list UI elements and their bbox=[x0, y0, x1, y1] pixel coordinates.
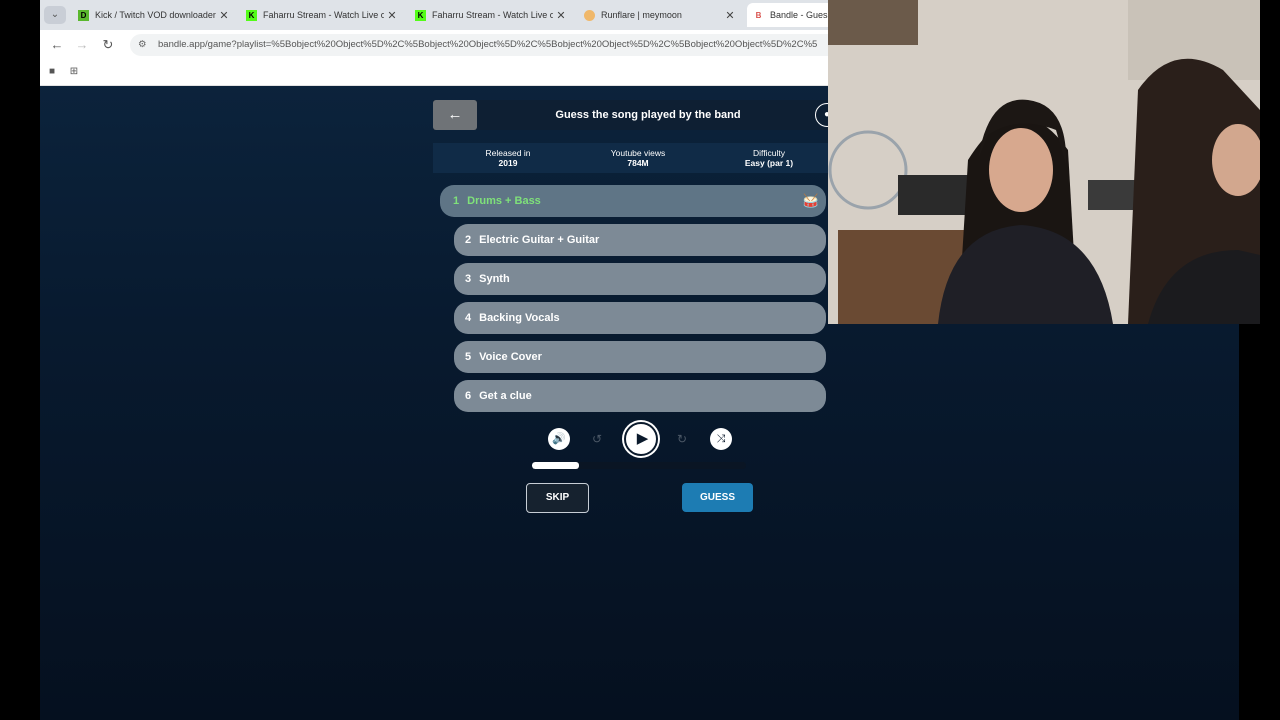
drum-kit-icon: 🥁 bbox=[802, 193, 820, 208]
clue-row-drums-bass[interactable]: 1 Drums + Bass 🥁 bbox=[440, 185, 826, 217]
song-stats: Released in 2019 Youtube views 784M Diff… bbox=[433, 143, 843, 173]
clue-row-guitar[interactable]: 2 Electric Guitar + Guitar bbox=[454, 224, 826, 256]
tab-runflare[interactable]: Runflare | meymoon ✕ bbox=[578, 3, 738, 27]
tab-close-icon[interactable]: ✕ bbox=[722, 9, 738, 22]
clue-label: Get a clue bbox=[479, 390, 532, 402]
clue-row-get-a-clue[interactable]: 6 Get a clue bbox=[454, 380, 826, 412]
back-arrow-icon[interactable]: ← bbox=[48, 36, 66, 54]
clue-label: Synth bbox=[479, 273, 510, 285]
clue-label: Backing Vocals bbox=[479, 312, 560, 324]
apps-grid-icon[interactable]: ⊞ bbox=[68, 66, 80, 78]
tab-faharru-2[interactable]: K Faharru Stream - Watch Live on ✕ bbox=[409, 3, 569, 27]
clue-row-backing-vocals[interactable]: 4 Backing Vocals bbox=[454, 302, 826, 334]
skip-button[interactable]: SKIP bbox=[526, 483, 589, 513]
stat-value: 784M bbox=[627, 158, 649, 168]
tab-close-icon[interactable]: ✕ bbox=[384, 9, 400, 22]
clue-number: 6 bbox=[465, 390, 472, 402]
clue-row-voice-cover[interactable]: 5 Voice Cover bbox=[454, 341, 826, 373]
clue-row-synth[interactable]: 3 Synth bbox=[454, 263, 826, 295]
tab-title: Runflare | meymoon bbox=[601, 10, 682, 20]
stat-youtube-views: Youtube views 784M bbox=[583, 148, 693, 168]
game-title: Guess the song played by the band bbox=[555, 109, 741, 121]
clue-number: 3 bbox=[465, 273, 472, 285]
stat-value: Easy (par 1) bbox=[744, 158, 794, 168]
reload-icon[interactable]: ↻ bbox=[99, 36, 117, 54]
webcam-scene bbox=[828, 0, 1260, 324]
volume-icon[interactable]: 🔊 bbox=[548, 428, 570, 450]
tab-list-chevron-icon[interactable]: ⌄ bbox=[44, 6, 66, 24]
stat-label: Youtube views bbox=[610, 148, 666, 158]
webcam-overlay bbox=[828, 0, 1260, 324]
playback-progress[interactable] bbox=[532, 462, 746, 469]
tab-title: Kick / Twitch VOD downloader bbox=[95, 10, 216, 20]
tab-title: Faharru Stream - Watch Live on bbox=[263, 10, 384, 20]
shuffle-off-icon[interactable]: ⤨ bbox=[710, 428, 732, 450]
arrow-left-icon: ← bbox=[447, 106, 463, 123]
stat-label: Difficulty bbox=[753, 148, 785, 158]
tab-vod-downloader[interactable]: D Kick / Twitch VOD downloader ✕ bbox=[72, 3, 232, 27]
clue-number: 2 bbox=[465, 234, 472, 246]
player-controls: 🔊 ↺ ▶ ↻ ⤨ bbox=[540, 422, 740, 456]
tab-favicon-icon: D bbox=[78, 9, 89, 21]
tab-favicon-icon bbox=[584, 9, 595, 21]
bookmark-square-icon[interactable]: ■ bbox=[46, 66, 58, 78]
tab-favicon-icon: K bbox=[246, 9, 257, 21]
tab-faharru-1[interactable]: K Faharru Stream - Watch Live on ✕ bbox=[240, 3, 400, 27]
stat-value: 2019 bbox=[498, 158, 518, 168]
forward-5-icon[interactable]: ↻ bbox=[673, 430, 691, 448]
rewind-5-icon[interactable]: ↺ bbox=[588, 430, 606, 448]
stat-released: Released in 2019 bbox=[453, 148, 563, 168]
play-icon[interactable]: ▶ bbox=[624, 422, 658, 456]
stat-difficulty: Difficulty Easy (par 1) bbox=[714, 148, 824, 168]
game-header: ← Guess the song played by the band ● bbox=[433, 100, 843, 130]
url-text: bandle.app/game?playlist=%5Bobject%20Obj… bbox=[158, 39, 818, 50]
tab-favicon-icon: K bbox=[415, 9, 426, 21]
clue-number: 1 bbox=[453, 195, 460, 207]
stat-label: Released in bbox=[485, 148, 531, 158]
clue-number: 5 bbox=[465, 351, 472, 363]
clue-label: Drums + Bass bbox=[467, 195, 541, 207]
tab-favicon-icon: B bbox=[755, 10, 762, 20]
site-settings-icon[interactable]: ⚙ bbox=[138, 34, 150, 56]
guess-button[interactable]: GUESS bbox=[682, 483, 753, 512]
clue-label: Voice Cover bbox=[479, 351, 542, 363]
tab-close-icon[interactable]: ✕ bbox=[216, 9, 232, 22]
playback-progress-fill bbox=[532, 462, 580, 469]
back-button[interactable]: ← bbox=[433, 100, 477, 130]
clue-number: 4 bbox=[465, 312, 472, 324]
forward-arrow-icon[interactable]: → bbox=[73, 36, 91, 54]
tab-title: Faharru Stream - Watch Live on bbox=[432, 10, 553, 20]
clue-label: Electric Guitar + Guitar bbox=[479, 234, 600, 246]
tab-close-icon[interactable]: ✕ bbox=[553, 9, 569, 22]
